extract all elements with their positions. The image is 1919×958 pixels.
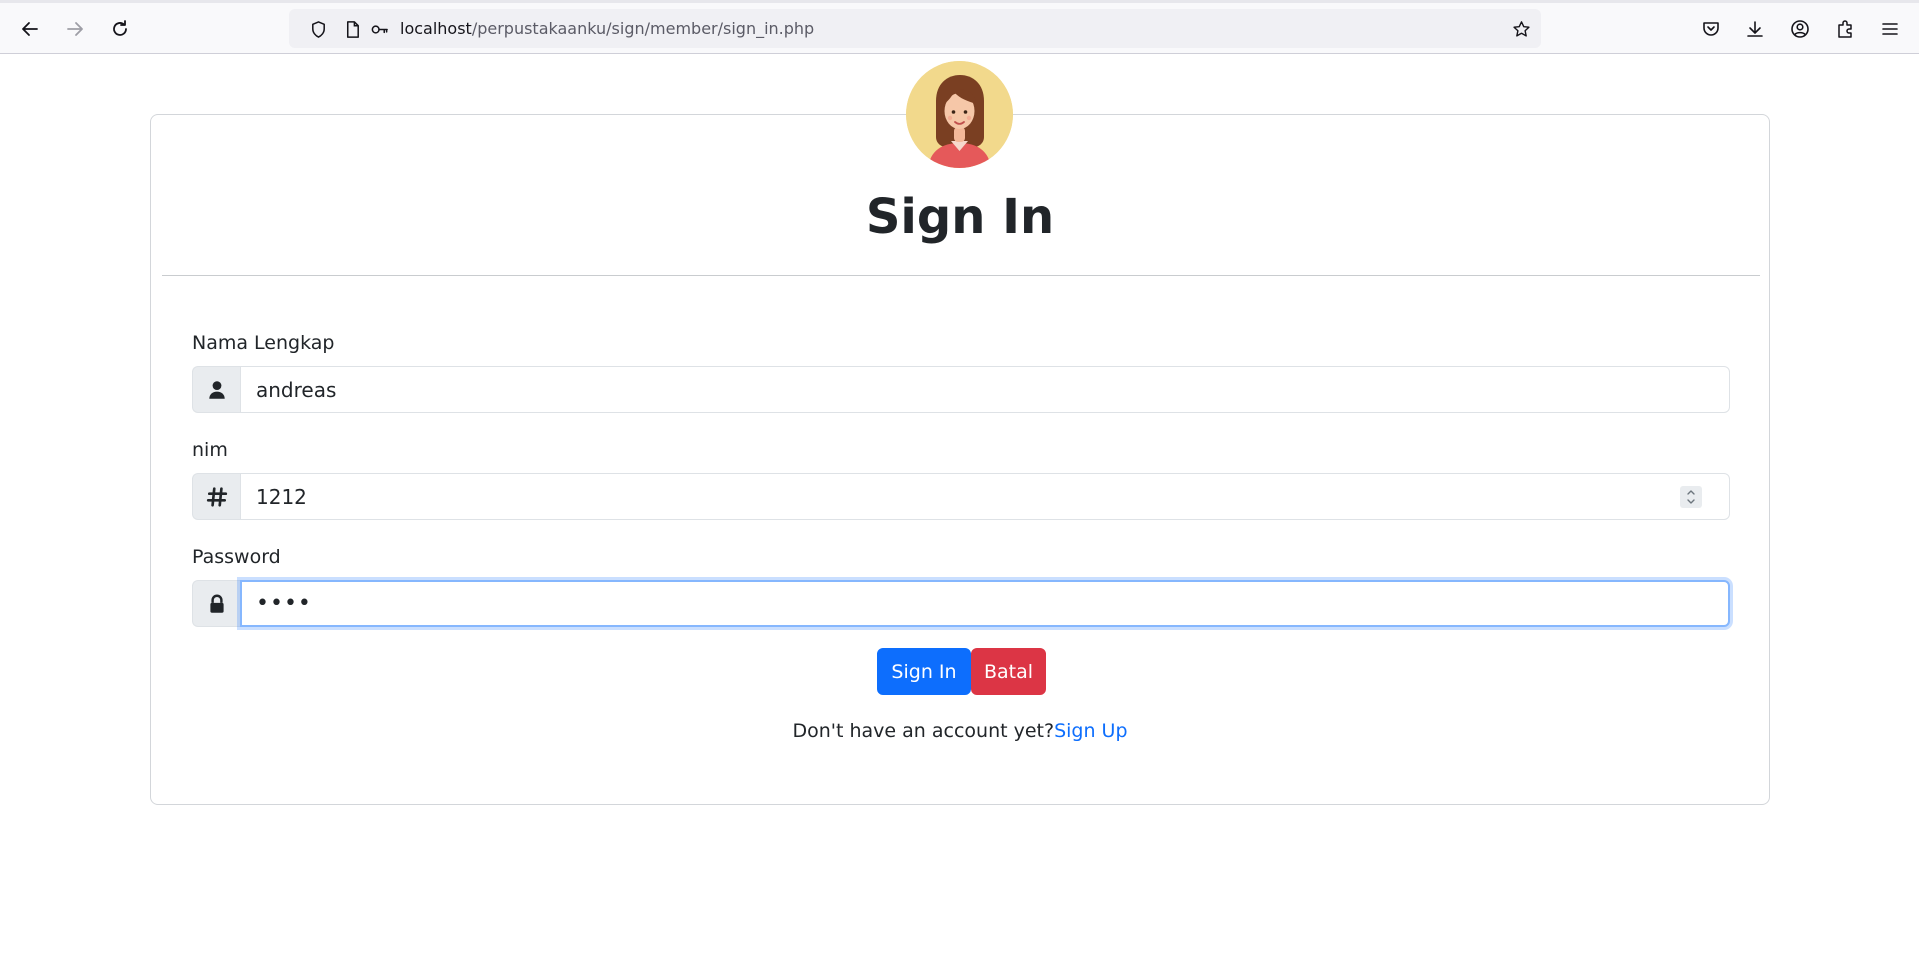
browser-toolbar: localhost/perpustakaanku/sign/member/sig… — [0, 0, 1919, 54]
sign-in-button[interactable]: Sign In — [877, 648, 971, 695]
forward-button[interactable] — [59, 13, 91, 45]
user-icon — [208, 380, 225, 399]
user-icon-addon — [192, 366, 240, 413]
account-button[interactable] — [1784, 13, 1816, 45]
page-title: Sign In — [865, 189, 1055, 245]
url-text[interactable]: localhost/perpustakaanku/sign/member/sig… — [400, 19, 814, 39]
avatar — [906, 61, 1013, 168]
nim-input-group: 1212 — [192, 473, 1730, 520]
url-host: localhost — [400, 19, 472, 38]
no-account-text: Don't have an account yet? — [792, 720, 1055, 742]
hash-icon — [206, 486, 227, 507]
sign-in-card: Sign In Nama Lengkap andreas nim 1212 Pa… — [150, 114, 1770, 805]
lock-icon — [209, 594, 224, 613]
password-input-value: •••• — [256, 591, 312, 616]
sign-up-link[interactable]: Sign Up — [1054, 720, 1127, 742]
url-path: /perpustakaanku/sign/member/sign_in.php — [471, 19, 815, 38]
spinner-arrows-icon — [1687, 490, 1695, 504]
shield-icon[interactable] — [308, 19, 328, 39]
name-label: Nama Lengkap — [192, 332, 335, 354]
nim-input-value: 1212 — [256, 484, 307, 509]
nim-input[interactable]: 1212 — [240, 473, 1730, 520]
reload-button[interactable] — [104, 13, 136, 45]
name-input[interactable]: andreas — [240, 366, 1730, 413]
name-input-value: andreas — [256, 377, 337, 402]
pocket-icon — [1703, 22, 1719, 36]
hash-icon-addon — [192, 473, 240, 520]
extensions-button[interactable] — [1829, 13, 1861, 45]
menu-button[interactable] — [1874, 13, 1906, 45]
extensions-icon — [1838, 20, 1852, 38]
back-button[interactable] — [14, 13, 46, 45]
download-icon — [1747, 21, 1763, 37]
back-arrow-icon — [22, 22, 38, 36]
password-input-group: •••• — [192, 580, 1730, 627]
sign-up-prompt: Don't have an account yet?Sign Up — [151, 719, 1769, 743]
pocket-button[interactable] — [1695, 13, 1727, 45]
number-spinner[interactable] — [1680, 486, 1702, 508]
nim-label: nim — [192, 439, 228, 461]
key-icon[interactable] — [369, 19, 389, 39]
forward-arrow-icon — [67, 22, 83, 36]
star-icon[interactable] — [1511, 19, 1531, 39]
header-divider — [162, 275, 1760, 276]
password-label: Password — [192, 546, 281, 568]
downloads-button[interactable] — [1739, 13, 1771, 45]
lock-icon-addon — [192, 580, 240, 627]
reload-icon — [113, 20, 127, 36]
tab-strip-edge — [0, 0, 1919, 3]
account-icon — [1791, 20, 1809, 38]
password-input[interactable]: •••• — [240, 580, 1730, 627]
woman-avatar-icon — [906, 61, 1013, 168]
menu-icon — [1882, 23, 1898, 35]
name-input-group: andreas — [192, 366, 1730, 413]
page-icon[interactable] — [342, 19, 362, 39]
cancel-button[interactable]: Batal — [971, 648, 1046, 695]
address-bar[interactable]: localhost/perpustakaanku/sign/member/sig… — [289, 9, 1541, 48]
